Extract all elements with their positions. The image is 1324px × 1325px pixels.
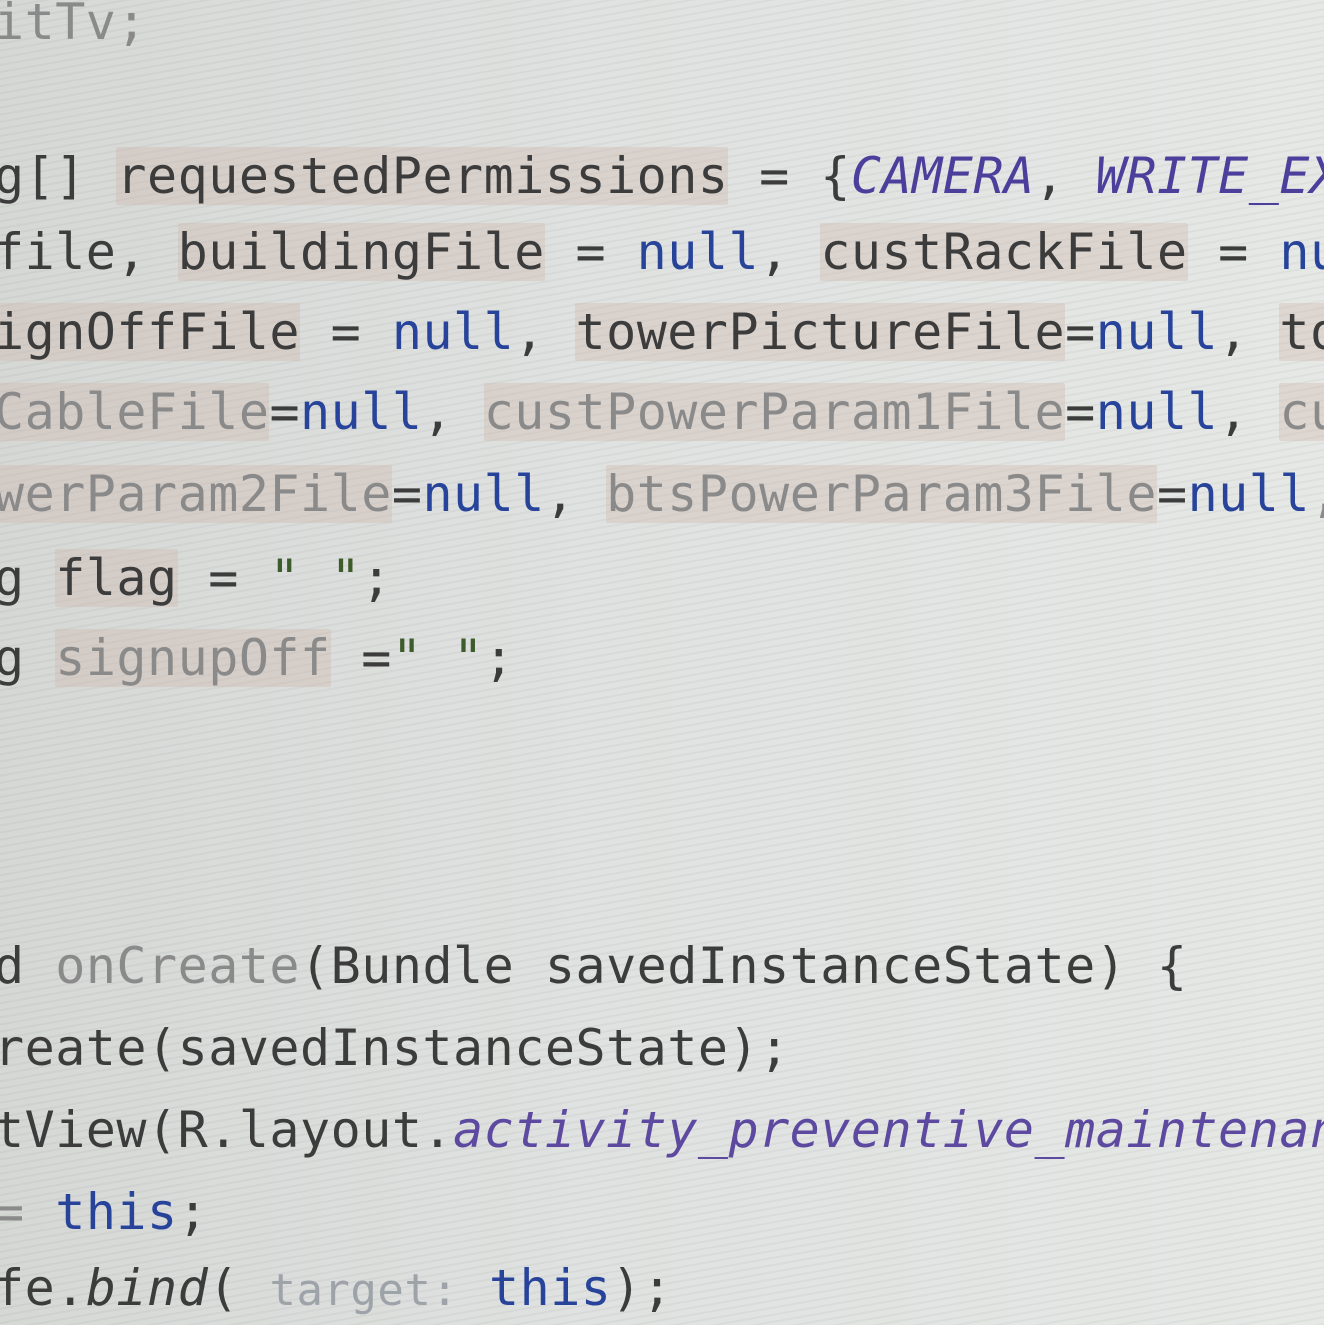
code-token: , <box>759 223 821 281</box>
code-token: tView(R.layout. <box>0 1101 454 1159</box>
code-token: WRITE_EXTER <box>1095 147 1324 205</box>
code-token: tower <box>1279 303 1324 361</box>
code-token: , <box>422 383 484 441</box>
code-token: , <box>1218 303 1280 361</box>
code-token: null <box>1187 465 1310 523</box>
code-token: = { <box>728 147 851 205</box>
code-token: ignOffFile <box>0 303 301 361</box>
code-token: , <box>544 465 607 523</box>
code-line-10[interactable]: reate(savedInstanceState); <box>0 1018 790 1078</box>
code-line-11[interactable]: tView(R.layout.activity_preventive_maint… <box>0 1100 1324 1160</box>
code-token: CableFile <box>0 383 270 441</box>
code-token: null <box>391 303 515 361</box>
code-token: itTv; <box>0 0 148 51</box>
code-editor-screen: itTv; g[] requestedPermissions = {CAMERA… <box>0 0 1324 1325</box>
code-token: g <box>0 549 56 607</box>
code-token: g <box>0 629 56 687</box>
code-token: ( <box>208 1259 270 1317</box>
code-token: " " <box>269 549 362 607</box>
code-token: " " <box>391 629 484 687</box>
code-token: bind <box>85 1259 209 1317</box>
code-token: custRackFile <box>820 223 1188 281</box>
code-token: = <box>1065 383 1096 441</box>
code-token: , <box>1218 383 1280 441</box>
code-token: file, <box>0 223 178 281</box>
code-token: null <box>1095 303 1219 361</box>
code-line-2[interactable]: g[] requestedPermissions = {CAMERA, WRIT… <box>0 146 1324 206</box>
code-token: = <box>300 303 392 361</box>
code-token: custPowerParam1File <box>483 383 1066 441</box>
code-line-12[interactable]: = this; <box>0 1182 208 1242</box>
code-token: this <box>55 1183 178 1241</box>
code-token: target: <box>269 1265 459 1316</box>
code-token: CAMERA <box>850 147 1035 205</box>
code-token: werParam2File <box>0 465 392 523</box>
code-token: d <box>0 937 56 995</box>
code-token: null <box>636 223 760 281</box>
code-token: ; <box>361 549 392 607</box>
code-line-4[interactable]: ignOffFile = null, towerPictureFile=null… <box>0 302 1324 362</box>
code-line-5[interactable]: CableFile=null, custPowerParam1File=null… <box>0 382 1324 442</box>
code-token: null <box>1279 223 1324 281</box>
code-token: activity_preventive_maintenance <box>453 1101 1324 1159</box>
code-line-9[interactable]: d onCreate(Bundle savedInstanceState) { <box>0 936 1188 996</box>
code-token: = <box>269 383 301 441</box>
code-token: = <box>330 629 392 687</box>
code-token: onCreate <box>55 937 301 995</box>
code-token: = <box>177 549 270 607</box>
code-token: , r <box>1310 465 1324 523</box>
code-token: btsPowerParam3File <box>606 465 1157 523</box>
code-token: = <box>1065 303 1096 361</box>
code-token: = <box>544 223 637 281</box>
code-token: , <box>514 303 576 361</box>
code-token: ; <box>177 1183 209 1241</box>
code-token: (Bundle savedInstanceState) { <box>300 937 1188 995</box>
code-token: ); <box>611 1259 673 1317</box>
code-token: ; <box>483 629 515 687</box>
code-line-1[interactable]: itTv; <box>0 0 147 52</box>
code-token: fe. <box>0 1259 86 1317</box>
code-token: null <box>300 383 423 441</box>
code-token: this <box>489 1259 612 1317</box>
code-token: = <box>391 465 423 523</box>
code-token: = <box>1187 223 1280 281</box>
code-token: buildingFile <box>177 223 545 281</box>
code-token: null <box>1095 383 1219 441</box>
code-line-13[interactable]: fe.bind( target: this); <box>0 1258 673 1321</box>
code-token: null <box>422 465 545 523</box>
code-line-6[interactable]: werParam2File=null, btsPowerParam3File=n… <box>0 464 1324 524</box>
code-token: , <box>1034 147 1096 205</box>
code-token: requestedPermissions <box>116 147 729 205</box>
code-token: towerPictureFile <box>575 303 1066 361</box>
code-token: reate(savedInstanceState); <box>0 1019 790 1077</box>
code-token: = <box>0 1183 56 1241</box>
code-line-3[interactable]: file, buildingFile = null, custRackFile … <box>0 222 1324 282</box>
code-token: custP <box>1279 383 1324 441</box>
code-token: g[] <box>0 147 117 205</box>
code-line-8[interactable]: g signupOff =" "; <box>0 628 514 688</box>
code-token: = <box>1156 465 1188 523</box>
code-token: signupOff <box>55 629 331 687</box>
code-token: flag <box>55 549 178 607</box>
code-line-7[interactable]: g flag = " "; <box>0 548 392 608</box>
